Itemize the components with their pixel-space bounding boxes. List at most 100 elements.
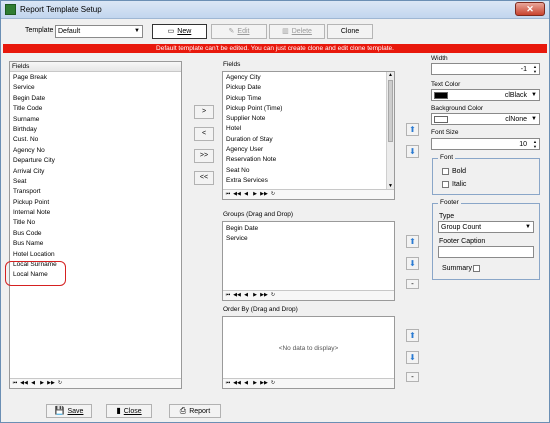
italic-label: Italic [452,181,467,188]
footer-caption-input[interactable] [438,246,534,258]
next-page-icon[interactable]: ▶▶ [260,190,268,198]
italic-checkbox[interactable] [442,181,449,188]
list-item[interactable]: Bus Code [10,229,181,239]
list-item[interactable]: Seat [10,177,181,187]
new-button[interactable]: ▭ New [152,24,207,39]
remove-field-button[interactable]: < [194,127,214,141]
next-record-icon[interactable]: ▶ [38,379,46,387]
list-item[interactable]: Hotel Location [10,250,181,260]
prev-record-icon[interactable]: ◀ [242,190,250,198]
available-fields-navigator: ⏮ ◀◀ ◀ ▶ ▶▶ ↻ [10,378,181,388]
list-item[interactable]: Page Break [10,73,181,83]
available-fields-panel: Fields Page Break Service Begin Date Title … [9,61,182,389]
next-record-icon[interactable]: ▶ [251,190,259,198]
list-item[interactable]: Hotel [223,124,386,134]
delete-button[interactable]: ▥ Delete [269,24,325,39]
refresh-icon[interactable]: ↻ [269,291,277,299]
report-button[interactable]: ⎙ Report [169,404,221,418]
text-color-select[interactable]: clBlack ▼ [431,89,540,101]
list-item[interactable]: Pickup Date [223,83,386,93]
list-item[interactable]: Begin Date [223,224,394,234]
edit-button[interactable]: ✎ Edit [211,24,267,39]
list-item[interactable]: Agency No [10,146,181,156]
list-item[interactable]: Seat No [223,166,386,176]
add-all-fields-button[interactable]: >> [194,149,214,163]
close-button[interactable]: ▮ Close [106,404,152,418]
prev-record-icon[interactable]: ◀ [242,291,250,299]
spin-arrows-icon[interactable]: ▲ ▼ [533,139,537,149]
remove-all-fields-button[interactable]: << [194,171,214,185]
list-item[interactable]: Service [223,234,394,244]
prev-record-icon[interactable]: ◀ [242,379,250,387]
group-move-down-arrow-icon[interactable]: ⬇ [406,257,419,270]
list-item[interactable]: Title No [10,218,181,228]
order-move-down-arrow-icon[interactable]: ⬇ [406,351,419,364]
list-item[interactable]: Departure City [10,156,181,166]
first-record-icon[interactable]: ⏮ [11,379,19,387]
list-item[interactable]: Supplier Note [223,114,386,124]
scroll-thumb[interactable] [388,80,393,142]
list-item[interactable]: Bus Name [10,239,181,249]
add-field-button[interactable]: > [194,105,214,119]
groups-navigator: ⏮ ◀◀ ◀ ▶ ▶▶ ↻ [223,290,394,300]
next-page-icon[interactable]: ▶▶ [260,291,268,299]
group-remove-button[interactable]: - [406,279,419,289]
list-item[interactable]: Service [10,83,181,93]
bold-checkbox[interactable] [442,168,449,175]
order-remove-button[interactable]: - [406,372,419,382]
list-item[interactable]: Internal Note [10,208,181,218]
list-item[interactable]: Agency City [223,73,386,83]
list-item[interactable]: Title Code [10,104,181,114]
prev-page-icon[interactable]: ◀◀ [233,190,241,198]
selected-fields-list[interactable]: Agency City Pickup Date Pickup Time Pickup … [223,73,386,186]
refresh-icon[interactable]: ↻ [269,190,277,198]
list-item[interactable]: Birthday [10,125,181,135]
list-item[interactable]: Begin Date [10,94,181,104]
list-item[interactable]: Pickup Point (Time) [223,104,386,114]
list-item[interactable]: Duration of Stay [223,135,386,145]
width-spinner[interactable]: -1 ▲ ▼ [431,63,540,75]
list-item[interactable]: Arrival City [10,167,181,177]
template-select[interactable]: Default ▼ [55,25,143,38]
list-item[interactable]: Transport [10,187,181,197]
available-fields-list[interactable]: Page Break Service Begin Date Title Code Sur… [10,73,181,281]
list-item[interactable]: Pickup Time [223,94,386,104]
title-bar: Report Template Setup ✕ [1,1,549,19]
background-color-select[interactable]: clNone ▼ [431,113,540,125]
prev-page-icon[interactable]: ◀◀ [20,379,28,387]
next-page-icon[interactable]: ▶▶ [260,379,268,387]
next-record-icon[interactable]: ▶ [251,291,259,299]
selected-fields-navigator: ⏮ ◀◀ ◀ ▶ ▶▶ ↻ [223,189,394,199]
list-item[interactable]: Pickup Point [10,198,181,208]
spin-arrows-icon[interactable]: ▲ ▼ [533,64,537,74]
prev-page-icon[interactable]: ◀◀ [233,291,241,299]
refresh-icon[interactable]: ↻ [56,379,64,387]
next-record-icon[interactable]: ▶ [251,379,259,387]
save-button[interactable]: 💾 Save [46,404,92,418]
clone-button[interactable]: Clone [327,24,373,39]
scroll-up-icon[interactable]: ▲ [387,72,394,78]
list-item[interactable]: Reservation Note [223,155,386,165]
list-item[interactable]: Cust. No [10,135,181,145]
group-move-up-arrow-icon[interactable]: ⬆ [406,235,419,248]
selected-fields-scrollbar[interactable]: ▲ ▼ [386,72,394,189]
groups-list[interactable]: Begin Date Service [223,224,394,245]
font-size-spinner[interactable]: 10 ▲ ▼ [431,138,540,150]
prev-record-icon[interactable]: ◀ [29,379,37,387]
refresh-icon[interactable]: ↻ [269,379,277,387]
list-item[interactable]: Agency User [223,145,386,155]
move-down-arrow-icon[interactable]: ⬇ [406,145,419,158]
first-record-icon[interactable]: ⏮ [224,291,232,299]
first-record-icon[interactable]: ⏮ [224,190,232,198]
move-up-arrow-icon[interactable]: ⬆ [406,123,419,136]
prev-page-icon[interactable]: ◀◀ [233,379,241,387]
close-window-button[interactable]: ✕ [515,2,545,16]
width-label: Width [431,55,448,62]
footer-type-select[interactable]: Group Count ▼ [438,221,534,233]
next-page-icon[interactable]: ▶▶ [47,379,55,387]
summary-checkbox[interactable] [473,265,480,272]
list-item[interactable]: Extra Services [223,176,386,186]
list-item[interactable]: Surname [10,115,181,125]
first-record-icon[interactable]: ⏮ [224,379,232,387]
order-move-up-arrow-icon[interactable]: ⬆ [406,329,419,342]
